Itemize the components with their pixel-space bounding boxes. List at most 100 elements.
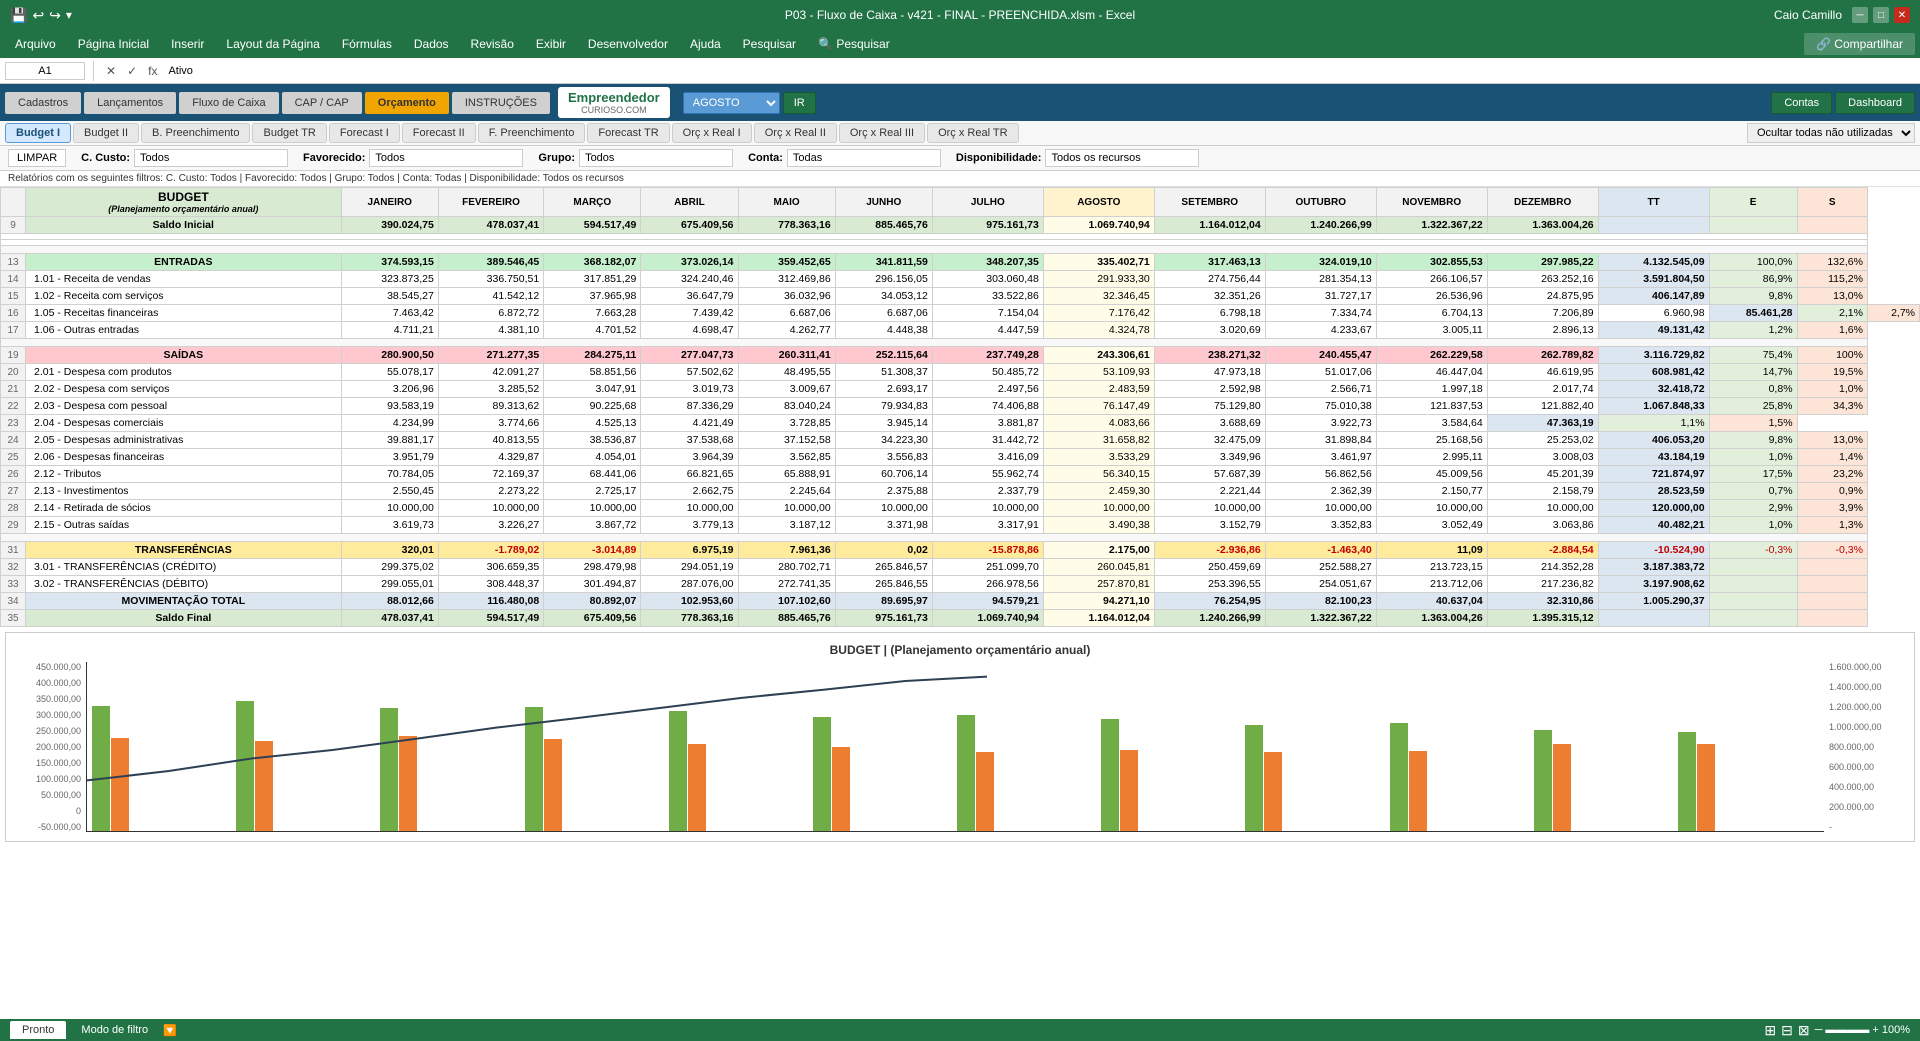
data-cell[interactable]: 778.363,16 [738,217,835,234]
data-cell[interactable]: 251.099,70 [932,559,1043,576]
data-cell[interactable]: 75.129,80 [1154,398,1265,415]
data-cell[interactable]: 3.461,97 [1265,449,1376,466]
confirm-formula-btn[interactable]: ✓ [123,63,141,79]
data-cell[interactable]: 6.798,18 [1154,305,1265,322]
data-cell[interactable]: 46.619,95 [1487,364,1598,381]
data-cell[interactable]: 4.233,67 [1265,322,1376,339]
data-cell[interactable]: 42.091,27 [438,364,543,381]
data-cell[interactable]: 6.960,98 [1598,305,1709,322]
data-cell[interactable]: 6.975,19 [641,542,738,559]
data-cell[interactable]: 312.469,86 [738,271,835,288]
data-cell[interactable]: 3.779,13 [641,517,738,534]
data-cell[interactable]: 252.588,27 [1265,559,1376,576]
data-cell[interactable]: 3.867,72 [544,517,641,534]
tab-orc-real-i[interactable]: Orç x Real I [672,123,752,143]
data-cell[interactable]: 25.253,02 [1487,432,1598,449]
tab-f-preenchimento[interactable]: F. Preenchimento [478,123,586,143]
data-cell[interactable]: 88.012,66 [341,593,438,610]
data-cell[interactable]: 7.176,42 [1043,305,1154,322]
conta-input[interactable] [787,149,941,167]
data-cell[interactable]: 594.517,49 [438,610,543,627]
hide-unused-dropdown[interactable]: Ocultar todas não utilizadas [1747,123,1915,143]
menu-dados[interactable]: Dados [404,33,459,55]
data-cell[interactable]: 87.336,29 [641,398,738,415]
btn-cadastros[interactable]: Cadastros [5,92,81,114]
data-cell[interactable]: 32.351,26 [1154,288,1265,305]
data-cell[interactable]: 2.995,11 [1376,449,1487,466]
data-cell[interactable]: 323.873,25 [341,271,438,288]
data-cell[interactable]: 57.687,39 [1154,466,1265,483]
data-cell[interactable]: 243.306,61 [1043,347,1154,364]
data-cell[interactable]: 31.898,84 [1265,432,1376,449]
data-cell[interactable]: 1.395.315,12 [1487,610,1598,627]
data-cell[interactable]: 70.784,05 [341,466,438,483]
data-cell[interactable]: 308.448,37 [438,576,543,593]
data-cell[interactable]: 214.352,28 [1487,559,1598,576]
data-cell[interactable]: -2.884,54 [1487,542,1598,559]
data-cell[interactable]: 260.045,81 [1043,559,1154,576]
data-cell[interactable]: 6.704,13 [1376,305,1487,322]
data-cell[interactable]: 32.346,45 [1043,288,1154,305]
favorecido-input[interactable] [369,149,523,167]
data-cell[interactable]: 3.371,98 [835,517,932,534]
data-cell[interactable]: 93.583,19 [341,398,438,415]
data-cell[interactable]: 39.881,17 [341,432,438,449]
data-cell[interactable]: 31.442,72 [932,432,1043,449]
data-cell[interactable]: 50.485,72 [932,364,1043,381]
undo-icon[interactable]: ↩ [32,7,44,24]
share-btn[interactable]: 🔗 Compartilhar [1804,33,1915,55]
data-cell[interactable]: 301.494,87 [544,576,641,593]
data-cell[interactable]: 31.727,17 [1265,288,1376,305]
data-cell[interactable]: 83.040,24 [738,398,835,415]
data-cell[interactable]: 3.562,85 [738,449,835,466]
data-cell[interactable]: 33.522,86 [932,288,1043,305]
data-cell[interactable]: 1.240.266,99 [1154,610,1265,627]
data-cell[interactable]: 271.277,35 [438,347,543,364]
ir-button[interactable]: IR [783,92,816,114]
data-cell[interactable]: 2.017,74 [1487,381,1598,398]
data-cell[interactable]: 250.459,69 [1154,559,1265,576]
data-cell[interactable]: 7.439,42 [641,305,738,322]
btn-orcamento[interactable]: Orçamento [365,92,449,114]
data-cell[interactable]: 90.225,68 [544,398,641,415]
data-cell[interactable]: 298.479,98 [544,559,641,576]
data-cell[interactable]: 975.161,73 [835,610,932,627]
data-cell[interactable]: 1.363.004,26 [1376,610,1487,627]
data-cell[interactable]: 359.452,65 [738,254,835,271]
data-cell[interactable]: 24.875,95 [1487,288,1598,305]
data-cell[interactable]: 7.961,36 [738,542,835,559]
data-cell[interactable]: 885.465,76 [835,217,932,234]
data-cell[interactable]: 79.934,83 [835,398,932,415]
data-cell[interactable]: 107.102,60 [738,593,835,610]
menu-revisao[interactable]: Revisão [461,33,524,55]
data-cell[interactable]: 10.000,00 [1154,500,1265,517]
data-cell[interactable]: 38.545,27 [341,288,438,305]
data-cell[interactable]: 36.032,96 [738,288,835,305]
data-cell[interactable]: 478.037,41 [341,610,438,627]
data-cell[interactable]: 297.985,22 [1487,254,1598,271]
data-cell[interactable]: 320,01 [341,542,438,559]
data-cell[interactable]: 121.882,40 [1487,398,1598,415]
data-cell[interactable]: 10.000,00 [835,500,932,517]
data-cell[interactable]: 4.262,77 [738,322,835,339]
data-cell[interactable]: 1.164.012,04 [1154,217,1265,234]
data-cell[interactable]: 45.009,56 [1376,466,1487,483]
menu-pesquisar-icon[interactable]: 🔍 Pesquisar [808,33,900,55]
data-cell[interactable]: 280.702,71 [738,559,835,576]
data-cell[interactable]: 3.317,91 [932,517,1043,534]
data-cell[interactable]: 2.175,00 [1043,542,1154,559]
data-cell[interactable]: 240.455,47 [1265,347,1376,364]
data-cell[interactable]: 2.566,71 [1265,381,1376,398]
limpar-button[interactable]: LIMPAR [8,149,66,167]
data-cell[interactable]: 257.870,81 [1043,576,1154,593]
data-cell[interactable]: 254.051,67 [1265,576,1376,593]
data-cell[interactable]: 76.147,49 [1043,398,1154,415]
data-cell[interactable]: 294.051,19 [641,559,738,576]
data-cell[interactable]: 75.010,38 [1265,398,1376,415]
data-cell[interactable]: 60.706,14 [835,466,932,483]
data-cell[interactable]: 2.896,13 [1487,322,1598,339]
data-cell[interactable]: 317.851,29 [544,271,641,288]
data-cell[interactable]: 291.933,30 [1043,271,1154,288]
data-cell[interactable]: 4.421,49 [641,415,738,432]
data-cell[interactable]: 281.354,13 [1265,271,1376,288]
